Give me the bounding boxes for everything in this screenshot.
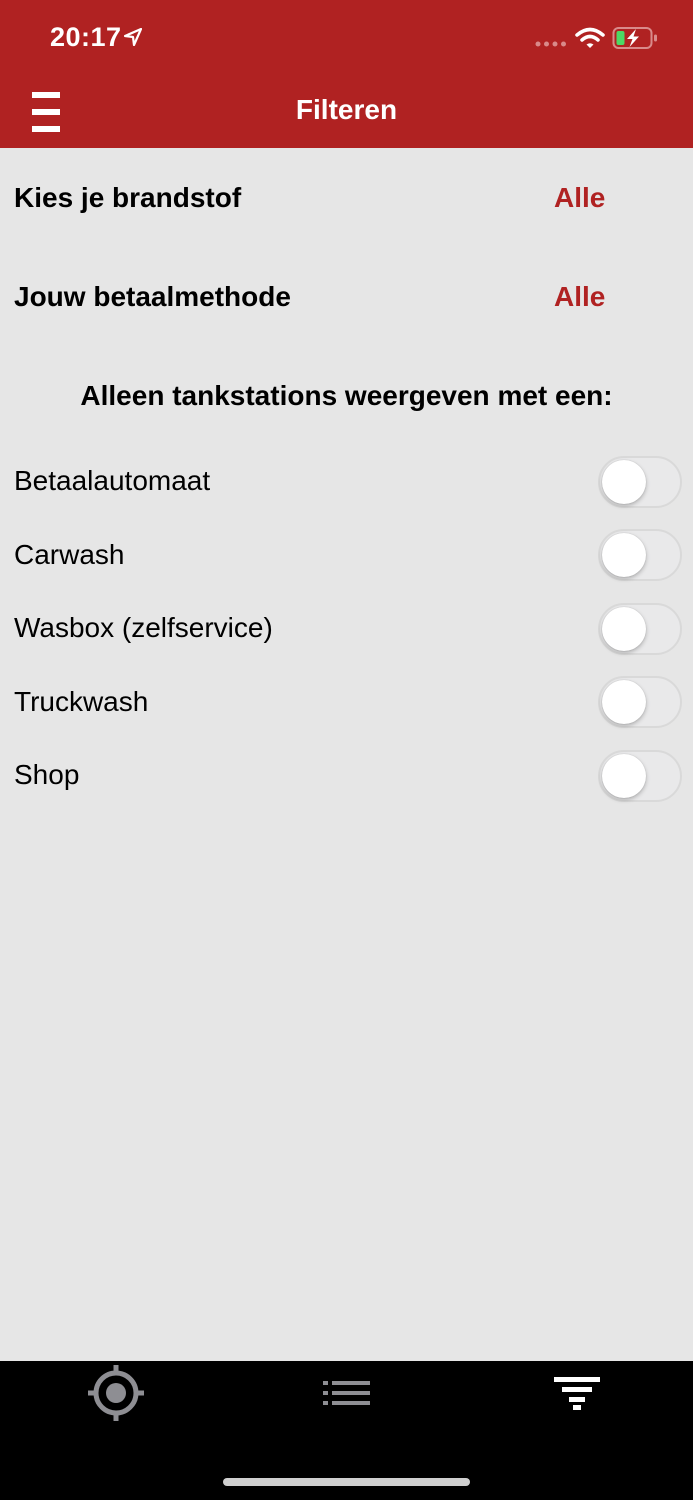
fuel-label: Kies je brandstof [14, 182, 242, 213]
toggle-betaalautomaat[interactable] [598, 456, 682, 508]
payment-select[interactable]: Alle [554, 281, 605, 313]
toggle-carwash[interactable] [598, 529, 682, 581]
toggle-label-carwash: Carwash [14, 539, 125, 570]
location-arrow-icon [124, 28, 142, 46]
toggle-label-truckwash: Truckwash [14, 686, 149, 717]
home-indicator[interactable] [223, 1478, 470, 1486]
toggle-knob [602, 754, 646, 798]
toggle-truckwash[interactable] [598, 676, 682, 728]
tab-bar [0, 1361, 693, 1500]
toggle-label-betaalautomaat: Betaalautomaat [14, 465, 211, 496]
toggle-label-shop: Shop [14, 759, 80, 790]
toggle-shop[interactable] [598, 750, 682, 802]
toggle-knob [602, 460, 646, 504]
status-time: 20:17 [50, 22, 122, 52]
tab-locate[interactable] [86, 1363, 146, 1423]
battery-charging-icon [612, 27, 657, 49]
page-title: Filteren [295, 94, 398, 125]
locate-icon [88, 1365, 144, 1421]
payment-label: Jouw betaalmethode [14, 281, 291, 312]
toggle-knob [602, 533, 646, 577]
tab-filter[interactable] [552, 1375, 602, 1411]
toggle-wasbox[interactable] [598, 603, 682, 655]
toggle-knob [602, 680, 646, 724]
list-icon [323, 1381, 370, 1405]
toggle-knob [602, 607, 646, 651]
toggle-label-wasbox: Wasbox (zelfservice) [14, 612, 273, 643]
tab-list[interactable] [322, 1377, 372, 1411]
menu-bar-bottom [32, 126, 60, 132]
cellular-signal-icon [535, 41, 566, 47]
filter-icon [554, 1377, 600, 1410]
section-heading: Alleen tankstations weergeven met een: [80, 380, 613, 411]
fuel-select[interactable]: Alle [554, 182, 605, 214]
wifi-icon [575, 27, 605, 48]
app-header: 20:17 Filteren [0, 0, 693, 148]
